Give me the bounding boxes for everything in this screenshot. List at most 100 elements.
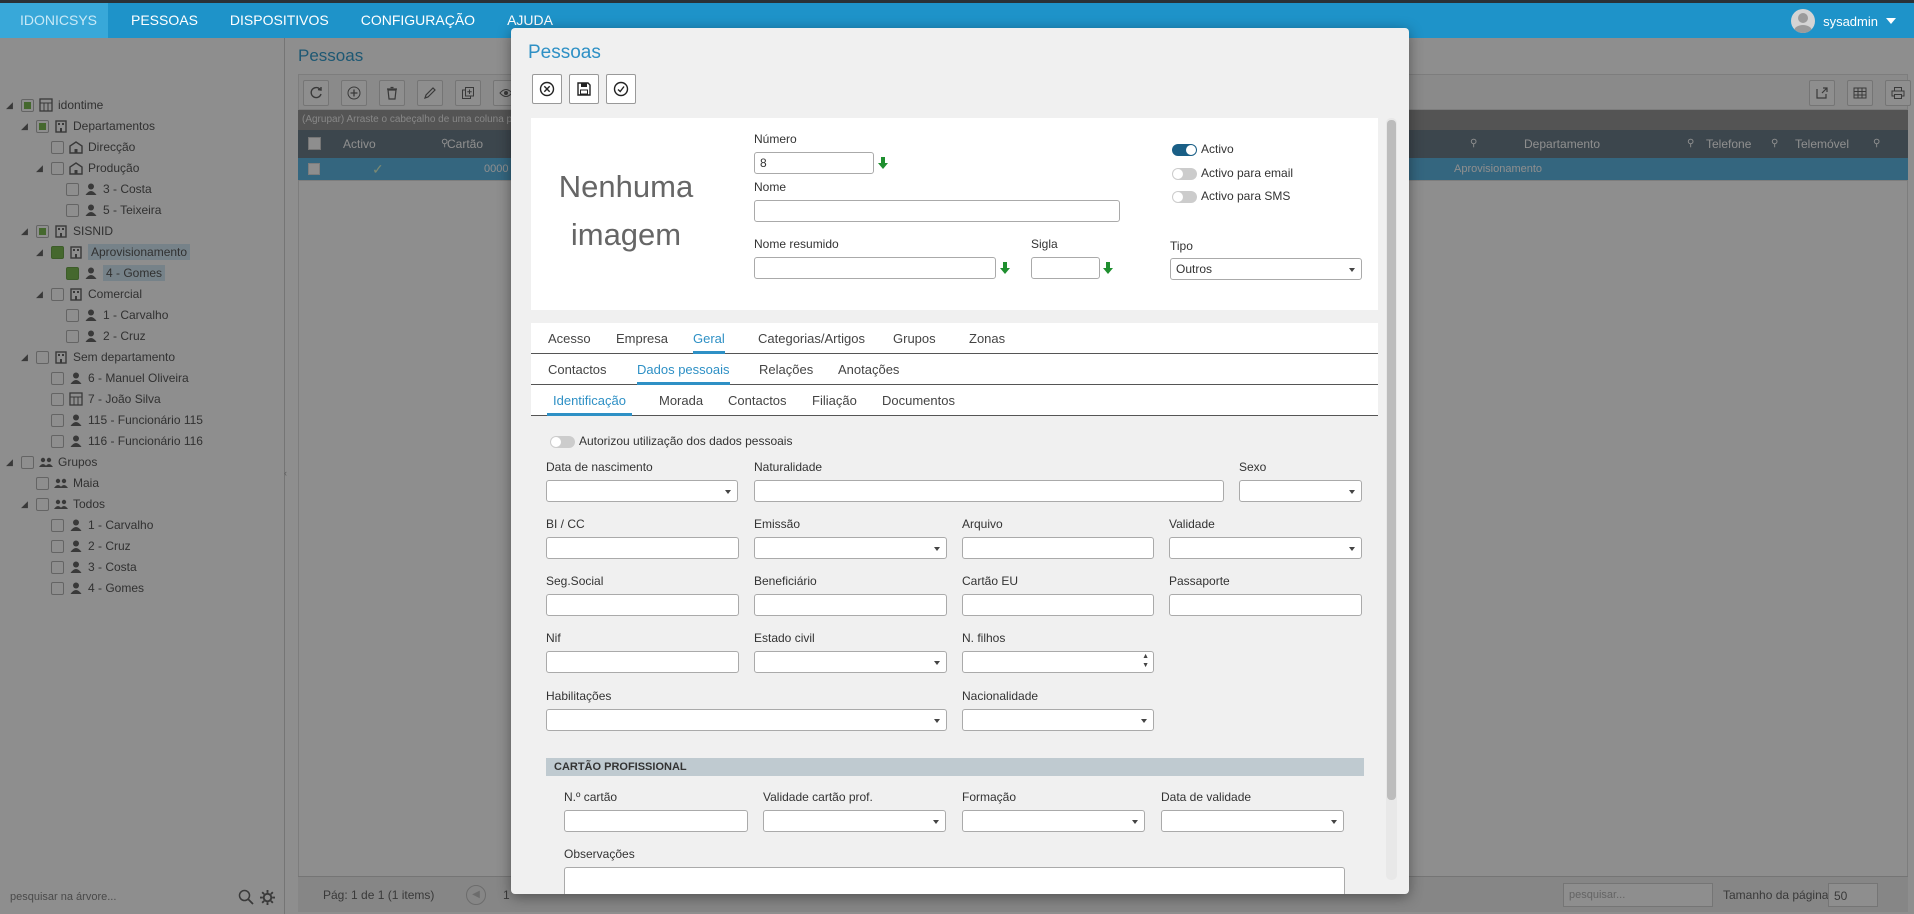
n-filhos-label: N. filhos: [962, 631, 1006, 645]
data-validade-select[interactable]: [1161, 810, 1344, 832]
arrow-down-icon[interactable]: [1103, 262, 1113, 274]
n-cartao-input[interactable]: [564, 810, 748, 832]
pessoas-modal: Pessoas Nenhuma imagem Número Nome Nome …: [511, 28, 1409, 894]
numero-input[interactable]: [754, 152, 874, 174]
data-validade-label: Data de validade: [1161, 790, 1252, 804]
nome-input[interactable]: [754, 200, 1120, 222]
nif-input[interactable]: [546, 651, 739, 673]
tab-categorias-artigos[interactable]: Categorias/Artigos: [758, 323, 865, 354]
tab-contactos[interactable]: Contactos: [548, 354, 607, 385]
save-button[interactable]: [569, 74, 599, 104]
tab-identificacao[interactable]: Identificação: [547, 385, 632, 416]
cartao-eu-input[interactable]: [962, 594, 1154, 616]
emissao-label: Emissão: [754, 517, 801, 531]
person-header-card: Nenhuma imagem Número Nome Nome resumido…: [531, 118, 1378, 310]
estado-civil-label: Estado civil: [754, 631, 815, 645]
menu-configuracao[interactable]: CONFIGURAÇÃO: [345, 3, 491, 38]
n-cartao-label: N.º cartão: [564, 790, 618, 804]
bi-cc-input[interactable]: [546, 537, 739, 559]
emissao-select[interactable]: [754, 537, 947, 559]
cartao-profissional-section: N.º cartão Validade cartão prof. Formaçã…: [546, 776, 1364, 894]
modal-scrollbar[interactable]: [1386, 118, 1397, 880]
seg-social-label: Seg.Social: [546, 574, 604, 588]
activo-sms-label: Activo para SMS: [1201, 189, 1291, 203]
nacionalidade-select[interactable]: [962, 709, 1154, 731]
tipo-label: Tipo: [1170, 239, 1193, 253]
modal-title: Pessoas: [528, 42, 601, 63]
close-button[interactable]: [532, 74, 562, 104]
user-menu[interactable]: sysadmin: [1791, 9, 1896, 33]
tab-dados-pessoais[interactable]: Dados pessoais: [637, 354, 730, 385]
autorizou-label: Autorizou utilização dos dados pessoais: [579, 434, 793, 448]
nif-label: Nif: [546, 631, 561, 645]
sexo-select[interactable]: [1239, 480, 1362, 502]
brand-menu-item[interactable]: IDONICSYS: [0, 3, 108, 38]
tab-contactos-sub[interactable]: Contactos: [728, 385, 787, 416]
activo-toggle[interactable]: [1172, 144, 1197, 156]
validade-select[interactable]: [1169, 537, 1362, 559]
chevron-down-icon[interactable]: [1886, 18, 1896, 24]
tab-documentos[interactable]: Documentos: [882, 385, 955, 416]
tab-filiacao[interactable]: Filiação: [812, 385, 857, 416]
avatar: [1791, 9, 1816, 33]
n-filhos-stepper[interactable]: ▲ ▼: [962, 651, 1154, 673]
tipo-select[interactable]: Outros: [1170, 258, 1362, 280]
sigla-input[interactable]: [1031, 257, 1100, 279]
sexo-label: Sexo: [1239, 460, 1267, 474]
activo-sms-toggle[interactable]: [1172, 191, 1197, 203]
passaporte-input[interactable]: [1169, 594, 1362, 616]
tabs-level-3: Identificação Morada Contactos Filiação …: [531, 385, 1378, 416]
formacao-select[interactable]: [962, 810, 1145, 832]
menu-pessoas[interactable]: PESSOAS: [115, 3, 214, 38]
nome-resumido-label: Nome resumido: [754, 237, 839, 251]
user-avatar-icon: [1794, 13, 1813, 33]
nome-label: Nome: [754, 180, 787, 194]
tab-grupos[interactable]: Grupos: [893, 323, 936, 354]
habilitacoes-label: Habilitações: [546, 689, 612, 703]
no-image-placeholder[interactable]: Nenhuma imagem: [541, 163, 711, 259]
arrow-down-icon[interactable]: [1000, 262, 1010, 274]
floppy-disk-icon: [577, 82, 591, 96]
cartao-profissional-header: CARTÃO PROFISSIONAL: [546, 758, 1364, 776]
nome-resumido-input[interactable]: [754, 257, 996, 279]
seg-social-input[interactable]: [546, 594, 739, 616]
activo-label: Activo: [1201, 142, 1234, 156]
beneficiario-label: Beneficiário: [754, 574, 817, 588]
tab-empresa[interactable]: Empresa: [616, 323, 668, 354]
observacoes-label: Observações: [564, 847, 635, 861]
tab-anotacoes[interactable]: Anotações: [838, 354, 899, 385]
formacao-label: Formação: [962, 790, 1017, 804]
tabs-level-1: Acesso Empresa Geral Categorias/Artigos …: [531, 323, 1378, 354]
activate-button[interactable]: [606, 74, 636, 104]
passaporte-label: Passaporte: [1169, 574, 1230, 588]
tab-acesso[interactable]: Acesso: [548, 323, 591, 354]
arquivo-input[interactable]: [962, 537, 1154, 559]
activo-email-toggle[interactable]: [1172, 168, 1197, 180]
naturalidade-label: Naturalidade: [754, 460, 823, 474]
tabs-level-2: Contactos Dados pessoais Relações Anotaç…: [531, 354, 1378, 385]
arrow-down-icon[interactable]: [878, 157, 888, 169]
check-circle-icon: [613, 81, 629, 97]
activo-email-label: Activo para email: [1201, 166, 1294, 180]
tab-zonas[interactable]: Zonas: [969, 323, 1005, 354]
observacoes-textarea[interactable]: [564, 867, 1345, 894]
autorizou-toggle[interactable]: [550, 436, 575, 448]
validade-cartao-label: Validade cartão prof.: [763, 790, 873, 804]
naturalidade-input[interactable]: [754, 480, 1224, 502]
data-nascimento-select[interactable]: [546, 480, 738, 502]
tab-relacoes[interactable]: Relações: [759, 354, 813, 385]
estado-civil-select[interactable]: [754, 651, 947, 673]
validade-cartao-select[interactable]: [763, 810, 946, 832]
beneficiario-input[interactable]: [754, 594, 947, 616]
username: sysadmin: [1823, 13, 1878, 29]
scrollbar-thumb[interactable]: [1387, 120, 1396, 800]
cartao-eu-label: Cartão EU: [962, 574, 1019, 588]
stepper-arrows-icon[interactable]: ▲ ▼: [1142, 652, 1149, 670]
nacionalidade-label: Nacionalidade: [962, 689, 1039, 703]
tab-morada[interactable]: Morada: [659, 385, 703, 416]
menu-dispositivos[interactable]: DISPOSITIVOS: [214, 3, 345, 38]
tab-geral[interactable]: Geral: [693, 323, 725, 354]
habilitacoes-select[interactable]: [546, 709, 947, 731]
numero-label: Número: [754, 132, 797, 146]
bi-cc-label: BI / CC: [546, 517, 585, 531]
